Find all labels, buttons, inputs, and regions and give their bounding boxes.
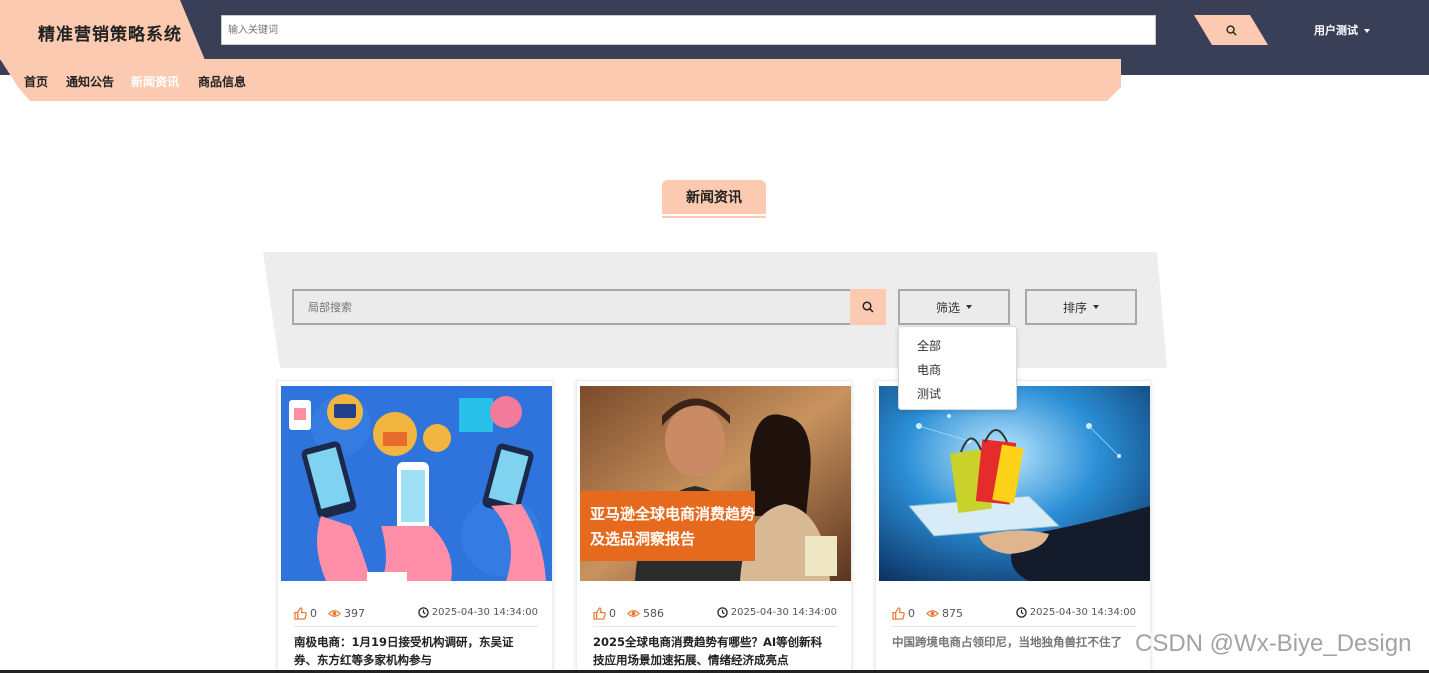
like-count[interactable]: 0: [294, 607, 317, 620]
publish-time: 2025-04-30 14:34:00: [1016, 607, 1136, 618]
thumbs-up-icon: [892, 607, 905, 620]
section-title-underline: [662, 216, 766, 218]
filter-button-label: 筛选: [935, 300, 960, 315]
clock-icon: [1016, 607, 1027, 618]
view-count: 586: [627, 607, 664, 620]
news-card[interactable]: 亚马逊全球电商消费趋势 及选品洞察报告 0 586 2025-04-30 14:…: [576, 380, 852, 673]
news-card-image[interactable]: [879, 386, 1150, 581]
sort-dropdown-button[interactable]: 排序: [1025, 289, 1137, 325]
filter-option-all[interactable]: 全部: [917, 337, 941, 354]
card-divider: [593, 626, 837, 627]
image-overlay-line2: 及选品洞察报告: [590, 530, 695, 548]
global-search-input[interactable]: [222, 16, 1155, 44]
global-search-field[interactable]: [221, 15, 1156, 45]
nav-item-home[interactable]: 首页: [24, 73, 48, 90]
nav-item-notices[interactable]: 通知公告: [66, 73, 114, 90]
publish-time: 2025-04-30 14:34:00: [717, 607, 837, 618]
eye-icon: [926, 610, 939, 617]
nav-item-products[interactable]: 商品信息: [198, 73, 246, 90]
like-count[interactable]: 0: [593, 607, 616, 620]
chevron-down-icon: [966, 305, 972, 309]
news-card[interactable]: 0 875 2025-04-30 14:34:00 中国跨境电商占领印尼，当地独…: [875, 380, 1151, 673]
card-divider: [892, 626, 1136, 627]
search-icon: [862, 301, 874, 313]
news-card-title[interactable]: 2025全球电商消费趋势有哪些？AI等创新科技应用场景加速拓展、情绪经济成亮点: [593, 633, 833, 669]
eye-icon: [627, 610, 640, 617]
filter-dropdown-button[interactable]: 筛选: [898, 289, 1010, 325]
news-card-meta: 0 586 2025-04-30 14:34:00: [593, 607, 837, 623]
thumbs-up-icon: [593, 607, 606, 620]
filter-option-test[interactable]: 测试: [917, 385, 941, 402]
app-logo-title[interactable]: 精准营销策略系统: [38, 20, 182, 45]
user-menu[interactable]: 用户测试: [1314, 22, 1370, 38]
filter-option-ecommerce[interactable]: 电商: [917, 361, 941, 378]
news-card-title[interactable]: 中国跨境电商占领印尼，当地独角兽扛不住了: [892, 633, 1132, 651]
like-count[interactable]: 0: [892, 607, 915, 620]
chevron-down-icon: [1093, 305, 1099, 309]
nav-item-news[interactable]: 新闻资讯: [131, 73, 179, 90]
news-card-image[interactable]: [281, 386, 552, 581]
section-title: 新闻资讯: [662, 180, 766, 214]
clock-icon: [418, 607, 429, 618]
local-search-input[interactable]: [294, 291, 850, 323]
image-overlay-line1: 亚马逊全球电商消费趋势: [590, 505, 755, 523]
local-search-button[interactable]: [850, 289, 886, 325]
eye-icon: [328, 610, 341, 617]
publish-time: 2025-04-30 14:34:00: [418, 607, 538, 618]
view-count: 875: [926, 607, 963, 620]
user-name: 用户测试: [1314, 24, 1358, 37]
news-card-meta: 0 397 2025-04-30 14:34:00: [294, 607, 538, 623]
news-card[interactable]: 0 397 2025-04-30 14:34:00 南极电商：1月19日接受机构…: [277, 380, 553, 673]
news-card-image[interactable]: 亚马逊全球电商消费趋势 及选品洞察报告: [580, 386, 851, 581]
thumbs-up-icon: [294, 607, 307, 620]
chevron-down-icon: [1364, 29, 1370, 33]
sort-button-label: 排序: [1062, 300, 1087, 315]
card-divider: [294, 626, 538, 627]
local-search-field[interactable]: [292, 289, 852, 325]
view-count: 397: [328, 607, 365, 620]
clock-icon: [717, 607, 728, 618]
news-card-meta: 0 875 2025-04-30 14:34:00: [892, 607, 1136, 623]
page: 精准营销策略系统 用户测试 首页 通知公告 新闻资讯 商品信息 新闻资讯 筛选 …: [0, 0, 1429, 673]
watermark-text: CSDN @Wx-Biye_Design: [1135, 630, 1412, 657]
news-card-title[interactable]: 南极电商：1月19日接受机构调研，东吴证券、东方红等多家机构参与: [294, 633, 534, 669]
filter-dropdown-menu: 全部 电商 测试: [898, 326, 1017, 410]
search-icon: [1225, 24, 1237, 36]
